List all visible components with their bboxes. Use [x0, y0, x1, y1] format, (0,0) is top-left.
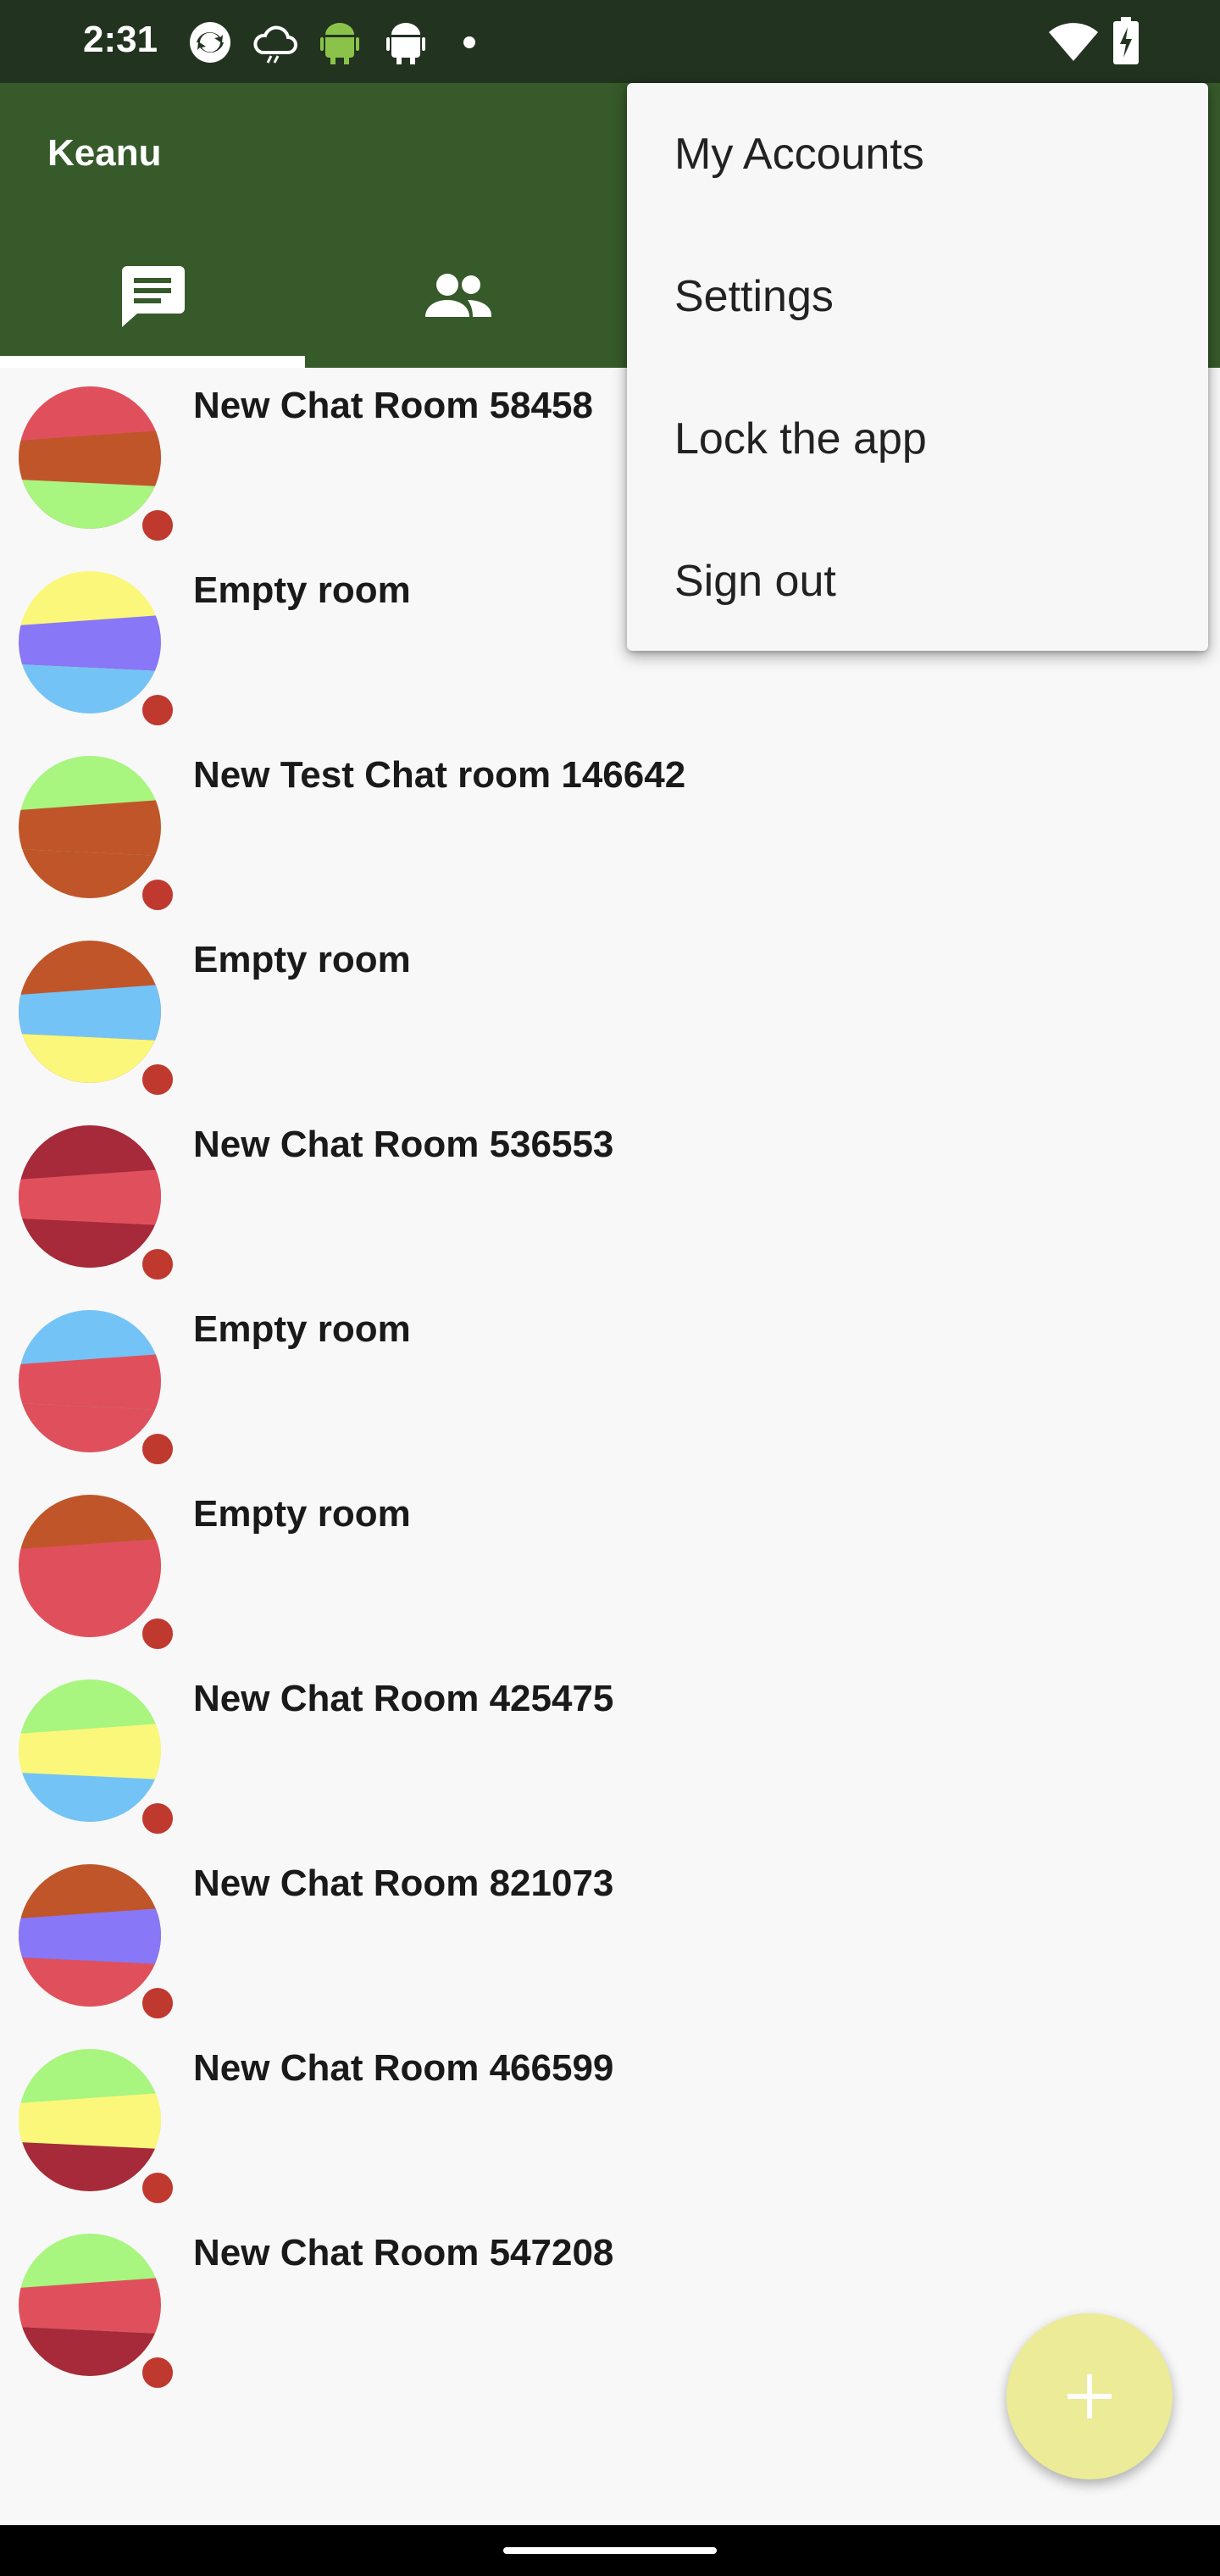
room-list-item[interactable]: Empty room — [0, 1476, 1220, 1661]
room-list-item[interactable]: New Chat Room 536553 — [0, 1107, 1220, 1291]
battery-charging-icon — [1113, 17, 1139, 69]
status-badge — [139, 1246, 176, 1283]
home-handle[interactable] — [503, 2547, 717, 2554]
room-title: New Test Chat room 146642 — [193, 754, 686, 796]
room-title: New Chat Room 821073 — [193, 1863, 614, 1904]
room-avatar — [19, 1125, 161, 1268]
status-badge — [139, 876, 176, 913]
menu-item-settings[interactable]: Settings — [627, 225, 1208, 368]
room-list-item[interactable]: New Test Chat room 146642 — [0, 737, 1220, 922]
room-avatar — [19, 2049, 161, 2191]
room-title: New Chat Room 58458 — [193, 385, 593, 426]
cloud-icon — [251, 20, 298, 69]
new-chat-fab[interactable] — [1006, 2313, 1173, 2479]
status-badge — [139, 1800, 176, 1837]
overflow-menu: My Accounts Settings Lock the app Sign o… — [627, 83, 1208, 651]
tab-chats[interactable] — [0, 236, 305, 368]
status-bar: 2:31 — [0, 0, 1220, 83]
menu-item-my-accounts[interactable]: My Accounts — [627, 83, 1208, 225]
room-avatar — [19, 386, 161, 529]
contacts-icon — [425, 274, 491, 317]
room-list-item[interactable]: New Chat Room 821073 — [0, 1846, 1220, 2030]
room-title: Empty room — [193, 1493, 411, 1535]
android-debug-icon — [386, 20, 425, 69]
status-badge — [139, 2354, 176, 2391]
room-title: New Chat Room 547208 — [193, 2232, 614, 2273]
sync-icon — [188, 20, 232, 69]
dot-icon — [463, 36, 476, 53]
app-title: Keanu — [47, 132, 162, 174]
room-title: Empty room — [193, 569, 411, 611]
status-time: 2:31 — [83, 19, 158, 60]
room-title: Empty room — [193, 939, 411, 980]
plus-icon — [1068, 2374, 1112, 2418]
status-badge — [139, 507, 176, 544]
status-badge — [139, 1615, 176, 1652]
status-badge — [139, 2169, 176, 2207]
room-list-item[interactable]: New Chat Room 425475 — [0, 1661, 1220, 1846]
status-badge — [139, 1430, 176, 1468]
room-avatar — [19, 756, 161, 898]
room-title: New Chat Room 536553 — [193, 1124, 614, 1165]
room-avatar — [19, 1310, 161, 1452]
room-title: New Chat Room 425475 — [193, 1678, 614, 1719]
tab-indicator — [0, 356, 305, 368]
room-avatar — [19, 1495, 161, 1637]
room-avatar — [19, 571, 161, 713]
room-avatar — [19, 2234, 161, 2376]
android-icon — [320, 20, 359, 69]
room-avatar — [19, 1864, 161, 2007]
room-list-item[interactable]: Empty room — [0, 922, 1220, 1107]
status-badge — [139, 691, 176, 729]
wifi-icon — [1049, 20, 1098, 67]
status-badge — [139, 1061, 176, 1098]
room-title: New Chat Room 466599 — [193, 2047, 614, 2089]
navigation-bar — [0, 2525, 1220, 2576]
room-avatar — [19, 941, 161, 1083]
tab-contacts[interactable] — [305, 236, 610, 368]
menu-item-sign-out[interactable]: Sign out — [627, 510, 1208, 652]
chat-icon — [122, 266, 185, 327]
room-avatar — [19, 1679, 161, 1822]
room-title: Empty room — [193, 1308, 411, 1350]
status-badge — [139, 1985, 176, 2022]
room-list-item[interactable]: Empty room — [0, 1291, 1220, 1476]
menu-item-lock-app[interactable]: Lock the app — [627, 368, 1208, 510]
room-list-item[interactable]: New Chat Room 466599 — [0, 2030, 1220, 2215]
